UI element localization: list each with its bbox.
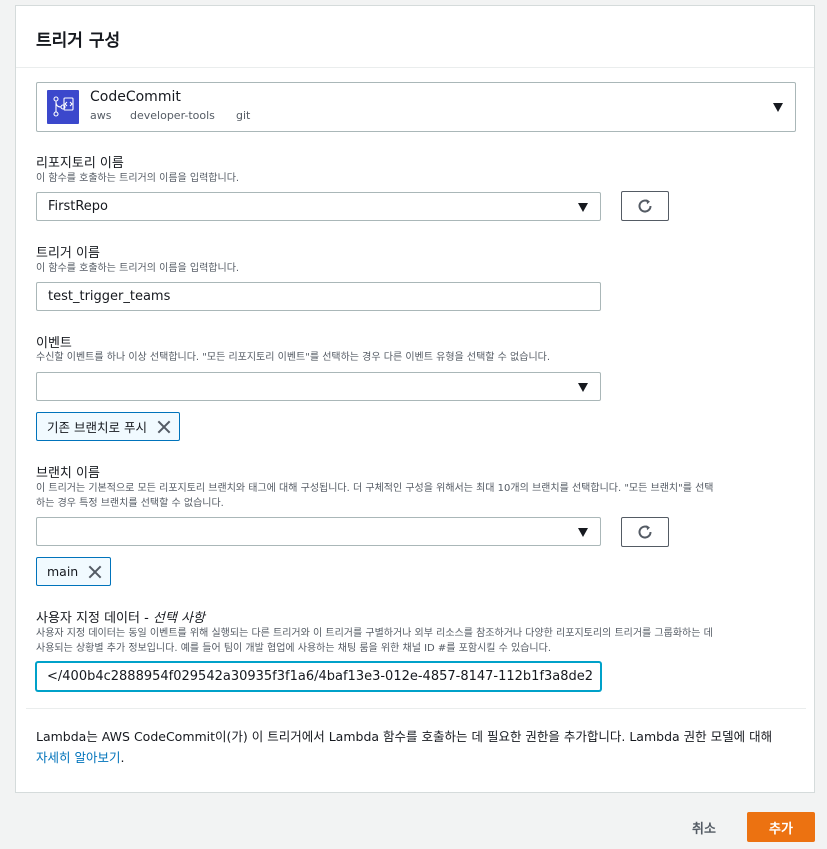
branch-token: main — [36, 557, 112, 586]
branch-token-label: main — [47, 564, 79, 579]
chevron-down-icon — [773, 103, 783, 112]
repository-value: FirstRepo — [48, 199, 109, 214]
events-select[interactable] — [36, 372, 601, 401]
permissions-note: Lambda는 AWS CodeCommit이(가) 이 트리거에서 Lambd… — [36, 726, 806, 768]
event-token-label: 기존 브랜치로 푸시 — [47, 420, 147, 435]
repository-select[interactable]: FirstRepo — [36, 192, 601, 221]
repository-description: 이 함수를 호출하는 트리거의 이름을 입력합니다. — [36, 173, 240, 184]
page-title: 트리거 구성 — [36, 31, 121, 51]
panel-header: 트리거 구성 — [16, 6, 814, 68]
trigger-name-label: 트리거 이름 — [36, 246, 100, 261]
trigger-name-input[interactable]: test_trigger_teams — [36, 282, 601, 311]
chevron-down-icon — [578, 528, 588, 537]
permissions-suffix: . — [120, 750, 125, 765]
branch-description-line2: 하는 경우 특정 브랜치를 선택할 수 없습니다. — [36, 498, 224, 509]
branch-label: 브랜치 이름 — [36, 466, 100, 481]
trigger-config-panel: 트리거 구성 CodeCommit aws developer-tools gi… — [15, 5, 815, 793]
close-icon[interactable] — [157, 420, 171, 434]
close-icon[interactable] — [88, 565, 102, 579]
custom-data-label: 사용자 지정 데이터 - 선택 사항 — [36, 607, 205, 626]
add-button[interactable]: 추가 — [747, 812, 815, 842]
custom-data-optional: 선택 사항 — [152, 611, 205, 626]
branch-description-line1: 이 트리거는 기본적으로 모든 리포지토리 브랜치와 태그에 대해 구성됩니다.… — [36, 483, 714, 494]
trigger-name-value: test_trigger_teams — [48, 289, 171, 304]
cancel-button[interactable]: 취소 — [692, 818, 716, 837]
tag-developer-tools: developer-tools — [130, 109, 215, 122]
tag-aws: aws — [90, 109, 112, 122]
custom-data-description-line1: 사용자 지정 데이터는 동일 이벤트를 위해 실행되는 다른 트리거와 이 트리… — [36, 628, 713, 639]
refresh-branches-button[interactable] — [621, 517, 669, 547]
branch-select[interactable] — [36, 517, 601, 546]
trigger-name-description: 이 함수를 호출하는 트리거의 이름을 입력합니다. — [36, 263, 240, 274]
repository-label: 리포지토리 이름 — [36, 156, 124, 171]
learn-more-link[interactable]: 자세히 알아보기 — [36, 750, 120, 765]
chevron-down-icon — [578, 383, 588, 392]
trigger-source-name: CodeCommit — [90, 89, 181, 105]
custom-data-input[interactable]: </400b4c2888954f029542a30935f3f1a6/4baf1… — [36, 662, 601, 691]
events-label: 이벤트 — [36, 336, 72, 351]
permissions-text: Lambda는 AWS CodeCommit이(가) 이 트리거에서 Lambd… — [36, 729, 773, 744]
events-description: 수신할 이벤트를 하나 이상 선택합니다. "모든 리포지토리 이벤트"를 선택… — [36, 352, 551, 363]
chevron-down-icon — [578, 203, 588, 212]
custom-data-value: </400b4c2888954f029542a30935f3f1a6/4baf1… — [47, 669, 594, 684]
trigger-source-select[interactable]: CodeCommit aws developer-tools git — [36, 82, 796, 132]
event-token: 기존 브랜치로 푸시 — [36, 412, 180, 441]
tag-git: git — [236, 109, 251, 122]
codecommit-icon — [47, 90, 79, 124]
custom-data-description-line2: 사용되는 상황별 추가 정보입니다. 예를 들어 팀이 개발 협업에 사용하는 … — [36, 643, 552, 654]
refresh-icon — [638, 525, 652, 539]
divider — [26, 708, 806, 709]
refresh-icon — [638, 199, 652, 213]
custom-data-label-text: 사용자 지정 데이터 - — [36, 611, 153, 626]
refresh-repositories-button[interactable] — [621, 191, 669, 221]
